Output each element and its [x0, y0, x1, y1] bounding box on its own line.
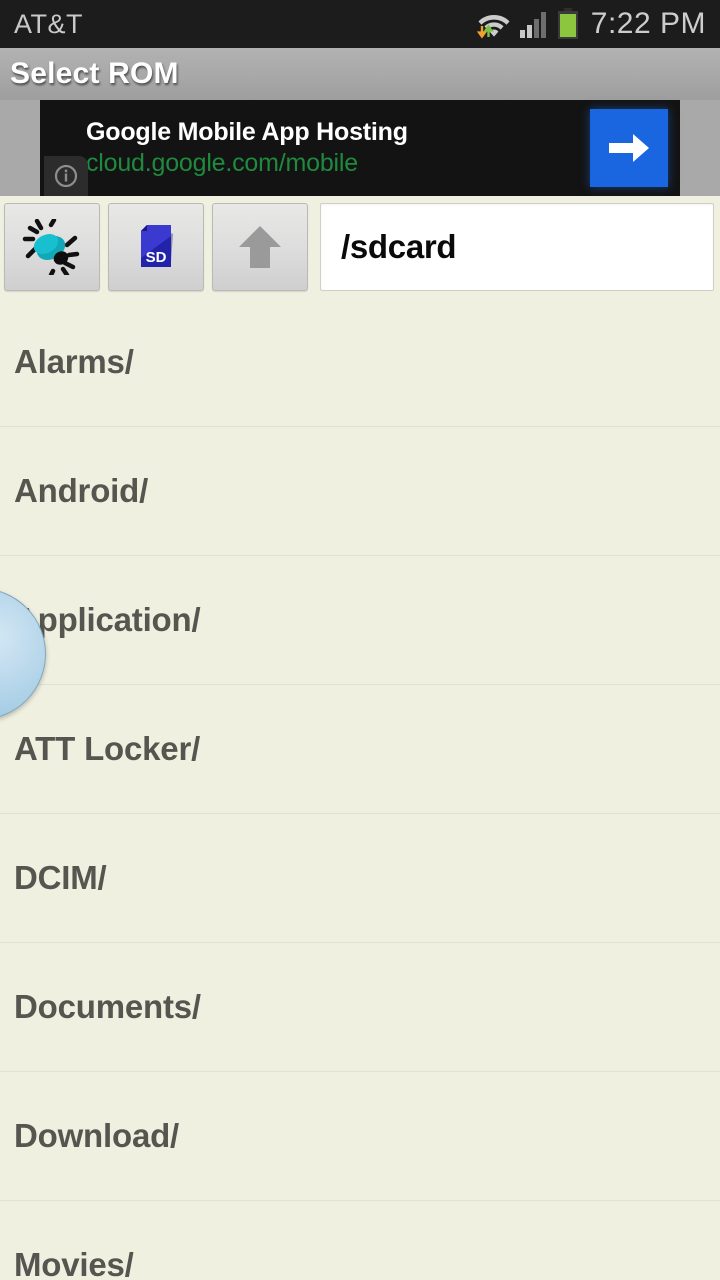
list-item-label: ATT Locker/: [14, 730, 201, 767]
list-item-label: DCIM/: [14, 859, 107, 896]
list-item[interactable]: Documents/: [0, 943, 720, 1072]
ad-info-button[interactable]: [44, 156, 88, 196]
list-item[interactable]: Alarms/: [0, 298, 720, 427]
wifi-icon: [476, 15, 510, 39]
ad-text-block: Google Mobile App Hosting cloud.google.c…: [40, 117, 590, 180]
list-item[interactable]: ATT Locker/: [0, 685, 720, 814]
list-item-label: Alarms/: [14, 343, 134, 380]
ad-info-icon: [54, 164, 78, 188]
list-item[interactable]: Android/: [0, 427, 720, 556]
page-title: Select ROM: [10, 57, 179, 90]
status-clock: 7:22 PM: [590, 7, 706, 40]
sdcard-button[interactable]: SD: [108, 203, 204, 291]
svg-text:SD: SD: [146, 249, 167, 266]
list-item-label: Android/: [14, 472, 149, 509]
parent-directory-button[interactable]: [212, 203, 308, 291]
list-item-label: Download/: [14, 1117, 180, 1154]
file-list[interactable]: Alarms/ Android/ Application/ ATT Locker…: [0, 298, 720, 1280]
arrow-up-icon: [239, 226, 281, 268]
title-bar: Select ROM: [0, 48, 720, 100]
list-item-label: Documents/: [14, 988, 201, 1025]
path-input[interactable]: /sdcard: [320, 203, 714, 291]
status-bar: AT&T 7:22 PM: [0, 0, 720, 48]
arrow-right-icon: [609, 134, 649, 162]
list-item[interactable]: Application/: [0, 556, 720, 685]
ad-banner[interactable]: Google Mobile App Hosting cloud.google.c…: [40, 100, 680, 196]
carrier-label: AT&T: [14, 8, 83, 39]
list-item-label: Movies/: [14, 1246, 134, 1280]
data-transfer-arrows-icon: [476, 24, 494, 39]
sd-card-icon: SD: [141, 225, 173, 267]
path-value: /sdcard: [341, 228, 457, 265]
ad-cta-button[interactable]: [590, 109, 668, 187]
debug-bug-button[interactable]: [4, 203, 100, 291]
list-item[interactable]: Download/: [0, 1072, 720, 1201]
ad-url: cloud.google.com/mobile: [86, 149, 358, 177]
cellular-signal-icon: [519, 12, 546, 38]
battery-icon: [557, 8, 578, 39]
status-icons: 7:22 PM: [476, 7, 706, 41]
ad-zone: Google Mobile App Hosting cloud.google.c…: [0, 100, 720, 196]
browser-toolbar: SD /sdcard: [0, 196, 720, 298]
ad-headline: Google Mobile App Hosting: [86, 117, 408, 146]
phone-screen: AT&T 7:22 PM Select ROM Google Mobile Ap…: [0, 0, 720, 1280]
list-item[interactable]: DCIM/: [0, 814, 720, 943]
list-item[interactable]: Movies/: [0, 1201, 720, 1280]
bug-icon: [22, 219, 80, 275]
